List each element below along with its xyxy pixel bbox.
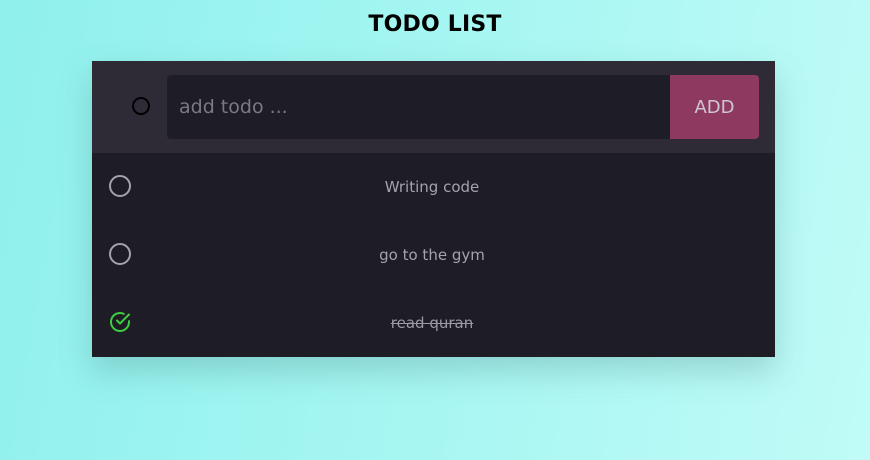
page-title: TODO LIST bbox=[368, 12, 502, 37]
todo-input[interactable] bbox=[167, 75, 670, 139]
todo-input-wrapper bbox=[167, 75, 670, 139]
todo-item: go to the gym bbox=[92, 221, 775, 289]
todo-composer: ADD bbox=[92, 61, 775, 153]
todo-card: ADD Writing code go to the gym bbox=[92, 61, 775, 357]
todo-item-text: read quran bbox=[390, 314, 474, 332]
todo-list: Writing code go to the gym read quran bbox=[92, 153, 775, 357]
toggle-all-circle-icon[interactable] bbox=[132, 97, 150, 115]
todo-item-text: go to the gym bbox=[379, 246, 485, 264]
add-button[interactable]: ADD bbox=[670, 75, 759, 139]
todo-item-text: Writing code bbox=[384, 178, 480, 196]
todo-item: read quran bbox=[92, 289, 775, 357]
todo-item: Writing code bbox=[92, 153, 775, 221]
